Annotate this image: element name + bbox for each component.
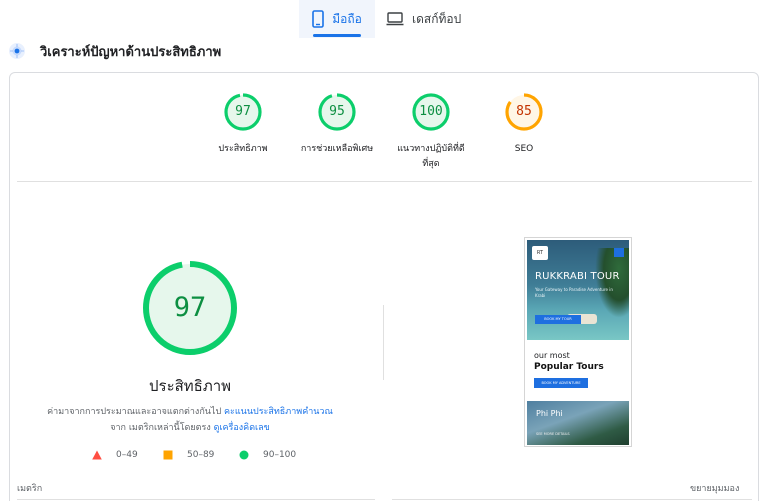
legend-fail: 0–49 [92,450,138,460]
desktop-icon [386,12,404,26]
legend-pass: 90–100 [239,450,296,460]
tab-mobile[interactable]: มือถือ [299,0,375,38]
expand-view-toggle[interactable]: ขยายมุมมอง [690,481,739,495]
performance-gauge-large: 97 [142,260,238,356]
score-label-line2: ที่สุด [422,159,440,169]
preview-tagline: Your Gateway to Paradise Adventure in Kr… [535,287,613,298]
performance-score: 97 [173,292,207,323]
preview-hero: RT RUKKRABI TOUR Your Gateway to Paradis… [527,240,629,340]
divider [17,499,375,500]
legend-average: 50–89 [163,450,214,460]
score-label: แนวทางปฏิบัติที่ดี ที่สุด [390,142,472,172]
score-label: การช่วยเหลือพิเศษ [300,144,374,154]
gauge-ring: 95 [317,92,357,132]
score-gauge-best-practices[interactable]: 100 แนวทางปฏิบัติที่ดี ที่สุด [390,92,472,172]
desc-text-2: จาก เมตริกเหล่านี้โดยตรง [110,423,214,433]
score-gauge-performance[interactable]: 97 ประสิทธิภาพ [205,92,281,157]
score-label: ประสิทธิภาพ [218,144,268,154]
palm-tree-image [595,248,629,318]
legend-range: 50–89 [187,450,215,460]
tab-desktop-label: เดสก์ท็อป [412,11,462,26]
gauge-ring: 85 [504,92,544,132]
preview-brand: RUKKRABI TOUR [535,271,620,282]
device-tabs: มือถือ เดสก์ท็อป [0,0,768,38]
lighthouse-diagnose-icon [9,43,25,59]
calculator-link[interactable]: ดูเครื่องคิดเลข [214,423,270,433]
score-label: SEO [514,144,534,154]
divider [383,305,384,380]
preview-section-subtitle: our most [534,351,570,360]
score-calculation-link[interactable]: คะแนนประสิทธิภาพคำนวณ [224,407,333,417]
preview-tour-tile: Phi Phi SEE MORE DETAILS [527,401,629,445]
gauge-ring: 97 [223,92,263,132]
square-icon [163,450,173,460]
mobile-icon [312,10,325,28]
divider [17,181,752,182]
tab-mobile-label: มือถือ [332,11,362,26]
tab-desktop[interactable]: เดสก์ท็อป [386,0,472,38]
divider [392,499,752,500]
legend-range: 90–100 [263,450,297,460]
legend-range: 0–49 [116,450,138,460]
hamburger-menu-icon [614,248,624,257]
active-tab-indicator [313,34,361,37]
score-value: 100 [419,104,443,119]
preview-section-title: Popular Tours [534,362,604,372]
score-value: 85 [516,104,532,119]
score-gauge-seo[interactable]: 85 SEO [494,92,554,157]
preview-hero-button: BOOK MY TOUR [535,315,581,324]
report-card [9,72,759,501]
preview-tile-name: Phi Phi [536,409,563,418]
circle-icon [239,450,249,460]
performance-description: ค่ามาจากการประมาณและอาจแตกต่างกันไป คะแน… [40,404,340,436]
page-screenshot-preview[interactable]: RT RUKKRABI TOUR Your Gateway to Paradis… [524,237,632,447]
desc-text-1: ค่ามาจากการประมาณและอาจแตกต่างกันไป [47,407,225,417]
performance-title: ประสิทธิภาพ [148,377,232,395]
score-label-line1: แนวทางปฏิบัติที่ดี [397,144,465,154]
section-title: วิเคราะห์ปัญหาด้านประสิทธิภาพ [40,44,222,60]
section-header: วิเคราะห์ปัญหาด้านประสิทธิภาพ [8,40,221,62]
gauge-ring: 100 [411,92,451,132]
metrics-heading: เมตริก [17,484,43,494]
preview-logo: RT [532,246,548,260]
triangle-icon [92,450,102,460]
score-value: 97 [235,104,251,119]
score-gauge-accessibility[interactable]: 95 การช่วยเหลือพิเศษ [292,92,382,157]
preview-section-button: BOOK MY ADVENTURE [534,378,588,388]
preview-tile-more: SEE MORE DETAILS [536,432,570,436]
score-value: 95 [329,104,345,119]
